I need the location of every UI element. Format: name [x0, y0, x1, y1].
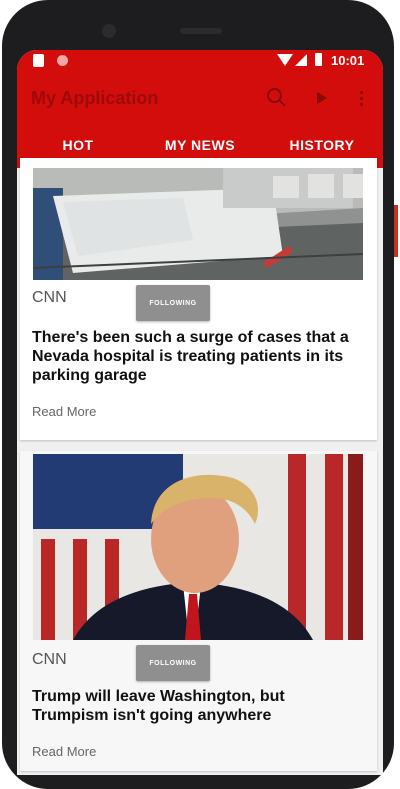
notification-dot-icon: [57, 55, 68, 66]
search-icon[interactable]: [264, 86, 288, 110]
wifi-icon: [277, 54, 293, 66]
signal-icon: [295, 54, 307, 66]
news-card[interactable]: CNN FOLLOWING There's been such a surge …: [20, 158, 377, 440]
following-button[interactable]: FOLLOWING: [136, 285, 210, 321]
battery-icon: [315, 53, 322, 66]
app-title: My Application: [31, 88, 159, 108]
article-image[interactable]: [33, 168, 363, 280]
more-vert-icon[interactable]: [349, 86, 373, 110]
power-button: [394, 205, 398, 257]
hospital-beds-photo: [33, 168, 363, 280]
news-feed[interactable]: CNN FOLLOWING There's been such a surge …: [17, 158, 383, 775]
following-button[interactable]: FOLLOWING: [136, 645, 210, 681]
status-bar: 10:01: [17, 50, 383, 72]
read-more-link[interactable]: Read More: [32, 404, 96, 419]
news-card[interactable]: CNN FOLLOWING Trump will leave Washingto…: [20, 451, 377, 771]
app-bar: 10:01 My Application HOT MY NEWS HISTORY: [17, 50, 383, 168]
article-source: CNN: [32, 289, 67, 306]
sim-card-icon: [33, 54, 44, 67]
article-headline[interactable]: There's been such a surge of cases that …: [32, 328, 352, 385]
app-screen: 10:01 My Application HOT MY NEWS HISTORY: [17, 50, 383, 775]
toolbar: My Application: [17, 72, 383, 122]
earpiece-speaker: [180, 28, 222, 34]
article-headline[interactable]: Trump will leave Washington, but Trumpis…: [32, 687, 352, 725]
read-more-link[interactable]: Read More: [32, 744, 96, 759]
play-icon[interactable]: [310, 86, 334, 110]
phone-top-bezel: [2, 0, 394, 52]
article-image[interactable]: [33, 454, 363, 640]
status-time: 10:01: [331, 53, 365, 68]
politician-portrait-photo: [33, 454, 363, 640]
front-camera: [102, 24, 116, 38]
article-source: CNN: [32, 651, 67, 668]
